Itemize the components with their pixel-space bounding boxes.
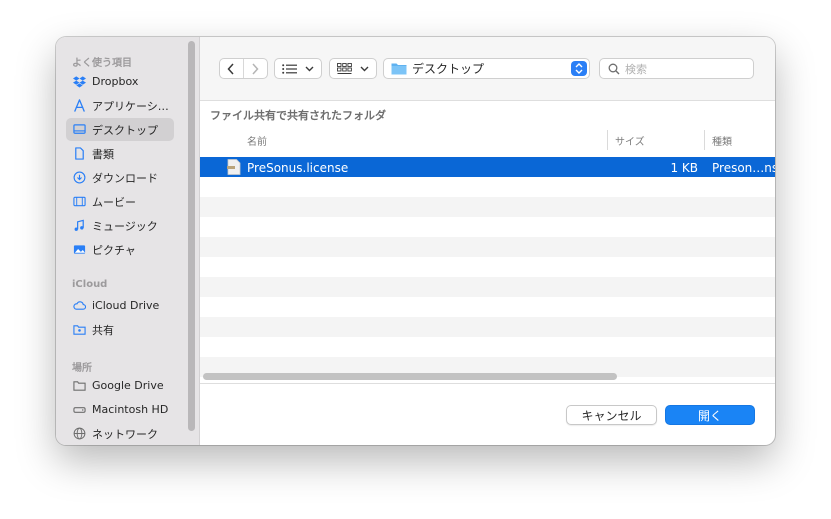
view-group-button[interactable] <box>329 58 377 79</box>
empty-row <box>200 277 775 297</box>
open-button[interactable]: 開く <box>665 405 755 425</box>
shared-folder-icon <box>72 323 86 337</box>
location-label: デスクトップ <box>412 62 485 76</box>
updown-chevron-icon <box>571 61 587 76</box>
horizontal-scrollbar[interactable] <box>203 373 617 380</box>
sidebar-item-icloud-drive[interactable]: iCloud Drive <box>66 294 174 317</box>
folder-icon <box>72 379 86 393</box>
document-icon <box>72 147 86 161</box>
empty-row <box>200 197 775 217</box>
sidebar-item-label: アプリケーシ… <box>92 99 169 113</box>
file-kind: Preson…ns <box>712 161 775 175</box>
sidebar-item-music[interactable]: ミュージック <box>66 214 174 237</box>
view-list-button[interactable] <box>274 58 322 79</box>
globe-icon <box>72 427 86 441</box>
nav-buttons <box>219 58 268 79</box>
dropbox-icon <box>72 75 86 89</box>
forward-button[interactable] <box>244 59 267 78</box>
list-view-icon <box>282 63 297 74</box>
column-separator[interactable] <box>704 130 705 150</box>
file-row[interactable]: PreSonus.license 1 KB Preson…ns <box>200 157 775 177</box>
sidebar-item-pictures[interactable]: ピクチャ <box>66 238 174 261</box>
main-panel: デスクトップ 検索 ファイル共有で共有されたフォルダ 名前 サイズ 種類 Pre… <box>200 37 775 445</box>
sidebar-item-dropbox[interactable]: Dropbox <box>66 70 174 93</box>
photo-icon <box>72 243 86 257</box>
toolbar: デスクトップ 検索 <box>200 37 775 101</box>
shared-folder-notice: ファイル共有で共有されたフォルダ <box>210 109 386 122</box>
chevron-left-icon <box>227 62 234 75</box>
open-dialog: よく使う項目 Dropbox アプリケーシ… デスクトップ 書類 ダウンロード … <box>56 37 775 445</box>
column-header-size[interactable]: サイズ <box>615 127 645 153</box>
desktop-icon <box>72 123 86 137</box>
sidebar-item-label: Dropbox <box>92 75 139 88</box>
chevron-right-icon <box>252 62 259 75</box>
drive-icon <box>72 403 86 417</box>
sidebar-item-label: ダウンロード <box>92 171 158 185</box>
grid-view-icon <box>337 62 352 74</box>
folder-icon <box>391 63 407 75</box>
search-placeholder: 検索 <box>625 62 647 76</box>
sidebar-item-macintosh-hd[interactable]: Macintosh HD <box>66 398 174 421</box>
empty-row <box>200 337 775 357</box>
sidebar-item-label: ピクチャ <box>92 243 136 257</box>
file-list: PreSonus.license 1 KB Preson…ns <box>200 157 775 377</box>
chevron-down-icon <box>360 66 369 71</box>
sidebar-item-downloads[interactable]: ダウンロード <box>66 166 174 189</box>
sidebar-item-label: Macintosh HD <box>92 403 169 416</box>
column-separator[interactable] <box>607 130 608 150</box>
list-divider <box>200 383 775 384</box>
sidebar-item-label: ムービー <box>92 195 136 209</box>
chevron-down-icon <box>305 66 314 71</box>
column-header-kind[interactable]: 種類 <box>712 127 732 153</box>
music-note-icon <box>72 219 86 233</box>
cancel-button[interactable]: キャンセル <box>566 405 657 425</box>
search-field[interactable]: 検索 <box>599 58 754 79</box>
empty-row <box>200 317 775 337</box>
sidebar-item-network[interactable]: ネットワーク <box>66 422 174 445</box>
empty-row <box>200 217 775 237</box>
file-name: PreSonus.license <box>247 161 349 175</box>
sidebar-item-label: iCloud Drive <box>92 299 160 312</box>
sidebar-item-label: 書類 <box>92 147 114 161</box>
download-icon <box>72 171 86 185</box>
sidebar-scrollbar[interactable] <box>188 41 195 431</box>
column-header-name[interactable]: 名前 <box>247 127 267 153</box>
sidebar: よく使う項目 Dropbox アプリケーシ… デスクトップ 書類 ダウンロード … <box>56 37 200 445</box>
sidebar-item-movies[interactable]: ムービー <box>66 190 174 213</box>
license-file-icon <box>226 159 241 179</box>
sidebar-item-label: ネットワーク <box>92 427 158 441</box>
search-icon <box>608 63 620 74</box>
cloud-icon <box>72 299 86 313</box>
sidebar-section-icloud: iCloud <box>72 279 108 290</box>
sidebar-item-applications[interactable]: アプリケーシ… <box>66 94 174 117</box>
empty-row <box>200 257 775 277</box>
sidebar-item-desktop[interactable]: デスクトップ <box>66 118 174 141</box>
sidebar-item-label: デスクトップ <box>92 123 158 137</box>
empty-row <box>200 237 775 257</box>
film-icon <box>72 195 86 209</box>
sidebar-item-google-drive[interactable]: Google Drive <box>66 374 174 397</box>
sidebar-section-locations: 場所 <box>72 363 92 374</box>
sidebar-item-label: Google Drive <box>92 379 164 392</box>
sidebar-section-favorites: よく使う項目 <box>72 58 132 69</box>
empty-row <box>200 177 775 197</box>
sidebar-item-label: ミュージック <box>92 219 158 233</box>
file-size: 1 KB <box>670 161 698 175</box>
sidebar-item-documents[interactable]: 書類 <box>66 142 174 165</box>
back-button[interactable] <box>220 59 244 78</box>
sidebar-item-label: 共有 <box>92 323 114 337</box>
applications-icon <box>72 99 86 113</box>
empty-row <box>200 297 775 317</box>
sidebar-item-shared[interactable]: 共有 <box>66 318 174 341</box>
location-popup[interactable]: デスクトップ <box>383 58 590 79</box>
